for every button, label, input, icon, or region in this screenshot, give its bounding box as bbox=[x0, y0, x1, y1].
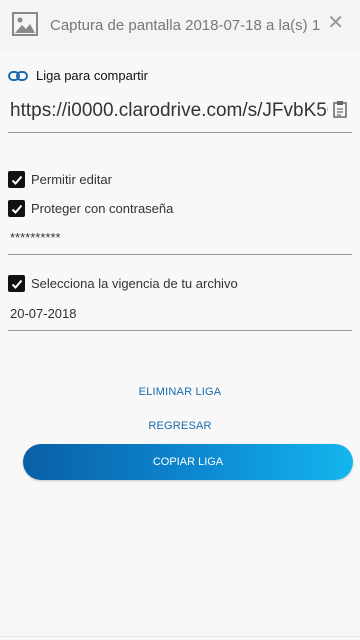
expiry-date-field[interactable]: 20-07-2018 bbox=[8, 302, 352, 331]
expiry-label: Selecciona la vigencia de tu archivo bbox=[31, 276, 238, 291]
expiry-option[interactable]: Selecciona la vigencia de tu archivo bbox=[8, 275, 238, 292]
header-bar: Captura de pantalla 2018-07-18 a la(s) 1… bbox=[0, 0, 360, 52]
copy-link-label: COPIAR LIGA bbox=[152, 456, 224, 468]
checkmark-icon bbox=[11, 204, 22, 214]
close-icon[interactable]: ✕ bbox=[327, 13, 344, 33]
share-url-text[interactable]: https://i0000.clarodrive.com/s/JFvbK5Q bbox=[10, 100, 328, 122]
allow-edit-label: Permitir editar bbox=[31, 172, 112, 187]
copy-link-button[interactable]: COPIAR LIGA bbox=[23, 444, 353, 480]
allow-edit-checkbox[interactable] bbox=[8, 171, 25, 188]
password-protect-option[interactable]: Proteger con contraseña bbox=[8, 200, 173, 217]
password-protect-checkbox[interactable] bbox=[8, 200, 25, 217]
password-field[interactable]: ********** bbox=[8, 226, 352, 255]
share-link-label: Liga para compartir bbox=[36, 68, 148, 83]
password-protect-label: Proteger con contraseña bbox=[31, 201, 174, 216]
allow-edit-option[interactable]: Permitir editar bbox=[8, 171, 112, 188]
checkmark-icon bbox=[11, 279, 22, 289]
link-icon bbox=[8, 70, 28, 81]
image-icon bbox=[12, 12, 38, 36]
back-button[interactable]: REGRESAR bbox=[0, 420, 360, 432]
share-link-heading: Liga para compartir bbox=[8, 68, 148, 83]
file-title: Captura de pantalla 2018-07-18 a la(s) 1… bbox=[50, 17, 320, 34]
share-url-field[interactable]: https://i0000.clarodrive.com/s/JFvbK5Q bbox=[8, 98, 352, 133]
checkmark-icon bbox=[11, 175, 22, 185]
password-value[interactable]: ********** bbox=[10, 230, 61, 245]
expiry-date-value[interactable]: 20-07-2018 bbox=[10, 306, 77, 321]
expiry-checkbox[interactable] bbox=[8, 275, 25, 292]
divider bbox=[0, 636, 360, 637]
clipboard-icon[interactable] bbox=[332, 100, 348, 118]
delete-link-button[interactable]: ELIMINAR LIGA bbox=[0, 386, 360, 398]
